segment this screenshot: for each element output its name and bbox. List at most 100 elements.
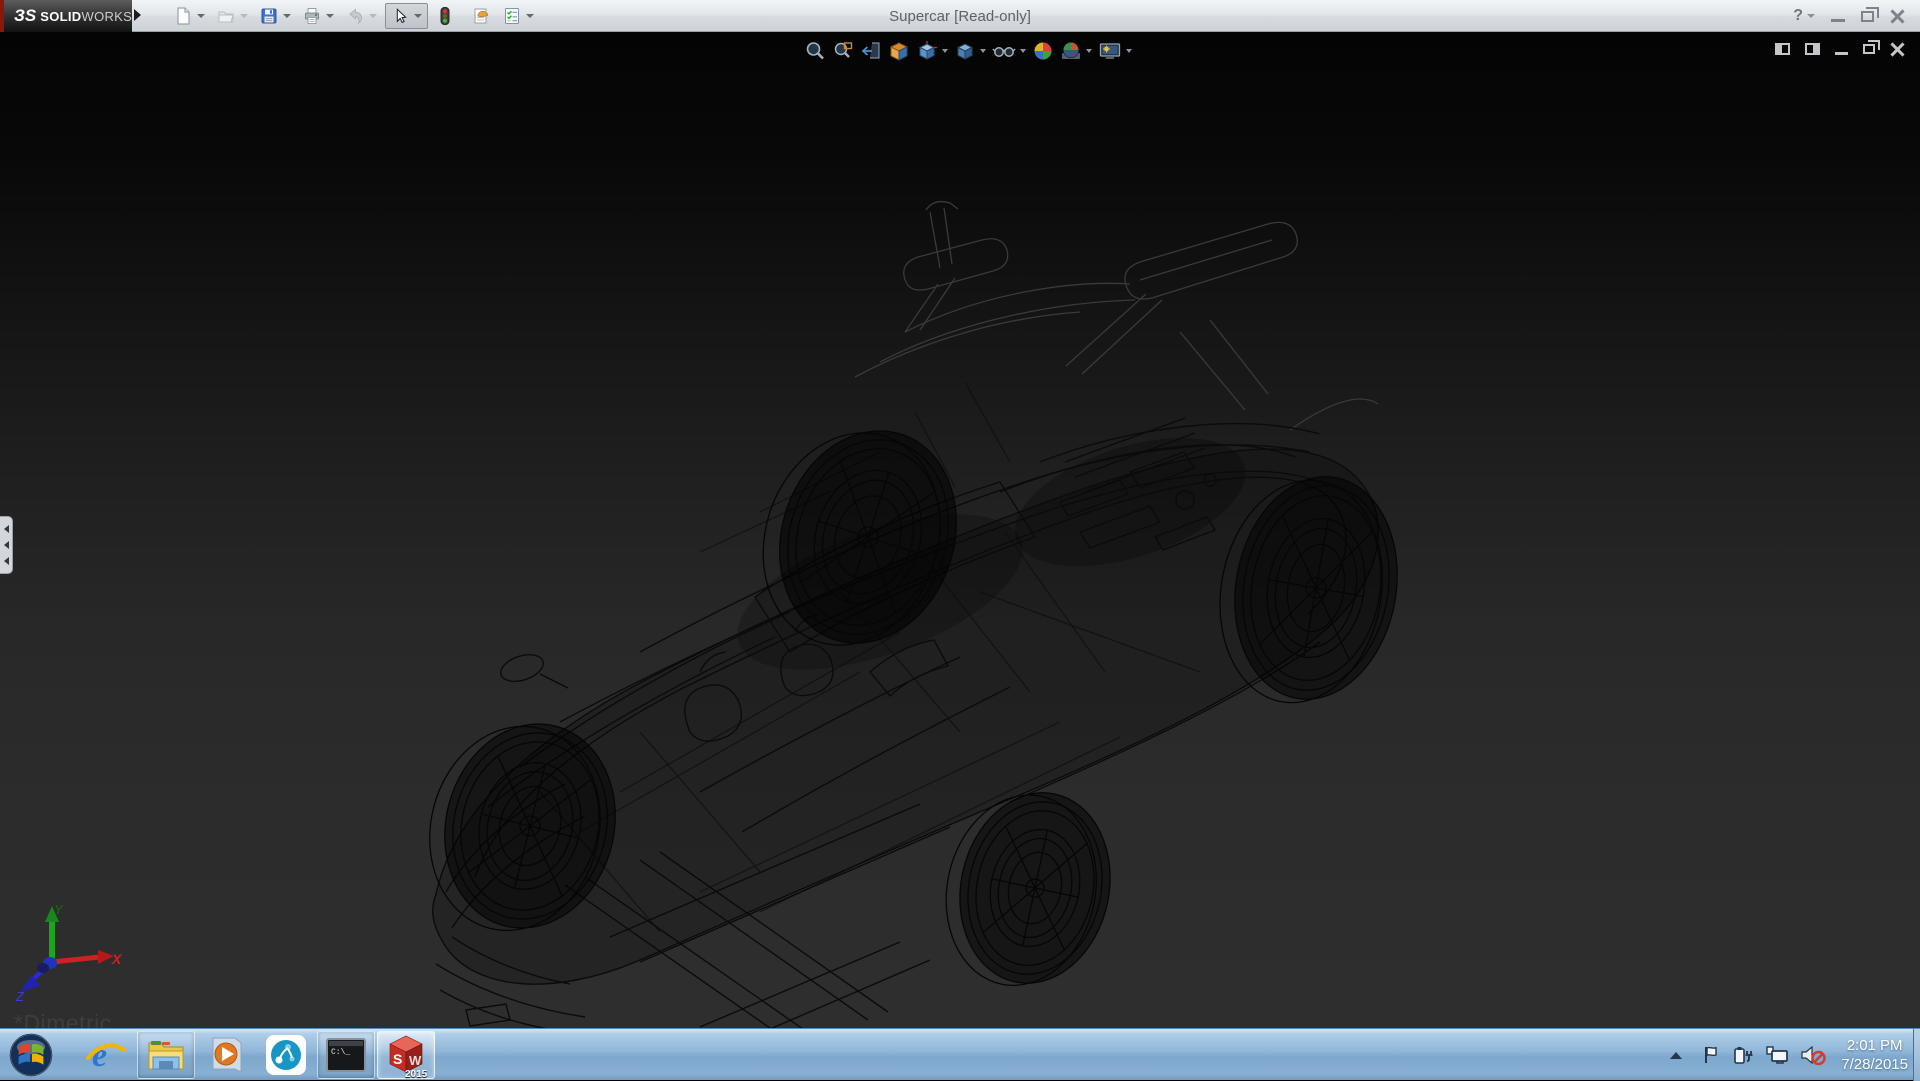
previous-view-icon: [860, 40, 882, 62]
command-prompt-icon: C:\_: [325, 1037, 367, 1073]
open-dropdown-icon: [240, 14, 248, 18]
view-settings-dropdown-icon[interactable]: [1126, 49, 1132, 53]
display-style-button[interactable]: [954, 40, 986, 62]
help-icon: ?: [1793, 7, 1803, 25]
sw-cube-s: S: [393, 1051, 402, 1067]
undo-dropdown-icon: [369, 14, 377, 18]
logo-accent-strip: [0, 0, 4, 32]
left-arrow-icon: [4, 525, 9, 533]
folder-icon: [216, 6, 236, 26]
featuremanager-collapsed-tab[interactable]: [0, 516, 13, 574]
zoom-to-area-icon: [832, 40, 854, 62]
brand-bold: SOLID: [40, 9, 81, 24]
undo-button: [342, 4, 380, 28]
view-orientation-icon: [916, 40, 938, 62]
zoom-to-fit-icon: [804, 40, 826, 62]
new-document-button[interactable]: [170, 4, 208, 28]
zoom-to-fit-button[interactable]: [804, 40, 826, 62]
cmd-prompt-label: C:\_: [331, 1048, 350, 1057]
sw-year-label: 2015: [405, 1069, 428, 1079]
volume-muted-icon[interactable]: [1800, 1044, 1826, 1066]
clock-date: 7/28/2015: [1841, 1055, 1908, 1074]
blank-page-icon: [173, 6, 193, 26]
apply-scene-dropdown-icon[interactable]: [1086, 49, 1092, 53]
section-view-icon: [888, 40, 910, 62]
graphics-viewport[interactable]: Y X Z *Dimetric: [0, 32, 1920, 1028]
undo-arrow-icon: [345, 6, 365, 26]
network-monitor-icon[interactable]: [1765, 1045, 1789, 1065]
section-view-button[interactable]: [888, 40, 910, 62]
view-orientation-button[interactable]: [916, 40, 948, 62]
brand-light: WORKS: [82, 9, 133, 24]
svg-text:e: e: [92, 1037, 107, 1074]
left-arrow-icon: [4, 557, 9, 565]
file-properties-button[interactable]: [468, 4, 494, 28]
app-window-controls: ?: [1793, 0, 1904, 32]
windows-explorer-button[interactable]: [137, 1031, 195, 1079]
collapse-pane-left-icon[interactable]: [1775, 43, 1790, 55]
options-dropdown-icon[interactable]: [526, 14, 534, 18]
menu-expand-icon[interactable]: [134, 9, 141, 21]
print-button[interactable]: [299, 4, 337, 28]
options-button[interactable]: [499, 4, 537, 28]
media-player-button[interactable]: [197, 1031, 255, 1079]
document-window-controls: [1775, 42, 1904, 56]
minimize-button[interactable]: [1831, 19, 1845, 22]
edit-appearance-button[interactable]: [1032, 40, 1054, 62]
triad-x-label: X: [111, 951, 123, 967]
help-button[interactable]: ?: [1793, 7, 1815, 25]
help-dropdown-icon[interactable]: [1807, 14, 1815, 18]
zoom-to-area-button[interactable]: [832, 40, 854, 62]
clock-time: 2:01 PM: [1841, 1036, 1908, 1055]
hide-show-dropdown-icon[interactable]: [1020, 49, 1026, 53]
view-orientation-dropdown-icon[interactable]: [942, 49, 948, 53]
hide-show-items-button[interactable]: [992, 40, 1026, 62]
options-checklist-icon: [502, 6, 522, 26]
show-hidden-icons-button[interactable]: [1670, 1052, 1682, 1059]
command-prompt-button[interactable]: C:\_: [317, 1031, 375, 1079]
doc-restore-button[interactable]: [1863, 44, 1875, 54]
save-dropdown-icon[interactable]: [283, 14, 291, 18]
solidworks-logo: ЗS SOLIDWORKS: [0, 0, 132, 32]
apply-scene-button[interactable]: [1060, 40, 1092, 62]
traffic-light-icon: [436, 6, 454, 26]
restore-button[interactable]: [1861, 11, 1874, 22]
previous-view-button[interactable]: [860, 40, 882, 62]
taskbar-apps: e: [76, 1029, 436, 1081]
app-titlebar: ЗS SOLIDWORKS: [0, 0, 1920, 32]
network-share-app-button[interactable]: [257, 1031, 315, 1079]
show-desktop-button[interactable]: [1913, 1029, 1920, 1081]
save-button[interactable]: [256, 4, 294, 28]
color-ball-icon: [1032, 40, 1054, 62]
view-settings-button[interactable]: [1098, 40, 1132, 62]
folder-explorer-icon: [145, 1035, 187, 1075]
action-center-flag-icon[interactable]: [1701, 1045, 1721, 1065]
power-plug-icon[interactable]: [1732, 1045, 1754, 1065]
display-style-dropdown-icon[interactable]: [980, 49, 986, 53]
triad-z-label: Z: [15, 989, 25, 1002]
wireframe-car-model[interactable]: [0, 32, 1920, 1028]
left-arrow-icon: [4, 541, 9, 549]
floppy-disk-icon: [259, 6, 279, 26]
solidworks-2015-button[interactable]: S W 2015: [377, 1031, 435, 1079]
new-dropdown-icon[interactable]: [197, 14, 205, 18]
eyeglasses-icon: [992, 40, 1016, 62]
internet-explorer-button[interactable]: e: [77, 1031, 135, 1079]
view-orientation-label: *Dimetric: [14, 1010, 112, 1028]
rebuild-button[interactable]: [433, 4, 457, 28]
print-dropdown-icon[interactable]: [326, 14, 334, 18]
open-button[interactable]: [213, 4, 251, 28]
main-toolbar: [170, 0, 537, 32]
select-dropdown-icon[interactable]: [414, 14, 422, 18]
select-button[interactable]: [385, 3, 428, 29]
collapse-pane-right-icon[interactable]: [1805, 43, 1820, 55]
close-button[interactable]: [1890, 9, 1904, 23]
start-button[interactable]: [8, 1032, 54, 1078]
solidworks-2015-icon: S W 2015: [383, 1031, 429, 1079]
view-settings-icon: [1098, 40, 1122, 62]
taskbar: e: [0, 1028, 1920, 1080]
doc-minimize-button[interactable]: [1835, 52, 1848, 55]
taskbar-clock[interactable]: 2:01 PM 7/28/2015: [1841, 1036, 1908, 1074]
doc-close-button[interactable]: [1890, 42, 1904, 56]
sw-cube-w: W: [409, 1053, 422, 1068]
